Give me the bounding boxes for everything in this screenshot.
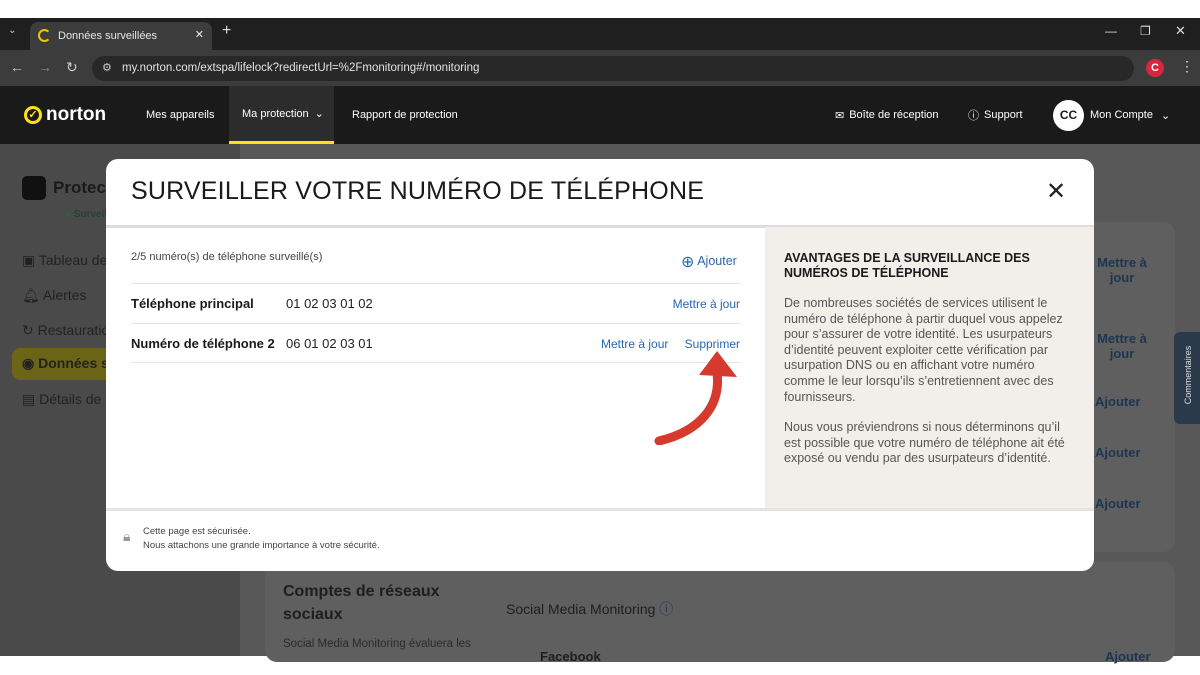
- tab-title: Données surveillées: [58, 30, 158, 42]
- phone-label: Téléphone principal: [131, 296, 254, 311]
- phone-label: Numéro de téléphone 2: [131, 336, 275, 351]
- bg-add-link: Ajouter: [1105, 649, 1151, 664]
- info-title: AVANTAGES DE LA SURVEILLANCE DES NUMÉROS…: [784, 251, 1030, 280]
- info-paragraph: Nous vous préviendrons si nous détermino…: [784, 420, 1065, 466]
- feedback-label: Commentaires: [1183, 345, 1193, 405]
- phone-row: Téléphone principal 01 02 03 01 02 Mettr…: [131, 283, 740, 323]
- sidebar-item-label: Alertes: [42, 287, 87, 303]
- dashboard-icon: ▣: [22, 252, 36, 268]
- smm-label: Social Media Monitoring: [506, 601, 656, 617]
- nav-label: Ma protection: [242, 107, 309, 120]
- support-link[interactable]: ⓘ Support: [968, 86, 1023, 144]
- support-label: Support: [984, 109, 1023, 121]
- chevron-down-icon: ⌄: [314, 108, 324, 120]
- nav-ma-protection[interactable]: Ma protection ⌄: [229, 86, 334, 144]
- secure-text: Nous attachons une grande importance à v…: [143, 540, 380, 551]
- sidebar-item-label: Détails de: [39, 391, 102, 407]
- close-window-icon[interactable]: ✕: [1175, 23, 1186, 39]
- security-footer: 🔒︎ Cette page est sécurisée. Nous attach…: [106, 508, 1094, 571]
- bg-add-link: Ajouter: [1095, 445, 1141, 460]
- inbox-label: Boîte de réception: [849, 109, 939, 121]
- bg-update-link: Mettre à jour: [1097, 255, 1147, 285]
- plus-circle-icon: ⊕: [681, 254, 695, 271]
- bg-add-link: Ajouter: [1095, 394, 1141, 409]
- check-logo-icon: ✓: [24, 106, 42, 124]
- profile-icon[interactable]: C: [1146, 59, 1164, 77]
- new-tab-icon[interactable]: +: [222, 22, 231, 40]
- minimize-icon[interactable]: —: [1105, 24, 1117, 38]
- smm-title: Social Media Monitoring ⓘ: [506, 599, 673, 619]
- close-tab-icon[interactable]: ✕: [195, 28, 204, 41]
- update-button[interactable]: Mettre à jour: [673, 297, 740, 311]
- shield-person-icon: [22, 176, 46, 200]
- eye-monitor-icon: ◉: [22, 355, 35, 371]
- section-desc: Social Media Monitoring évaluera les: [283, 638, 471, 650]
- secure-text: Cette page est sécurisée.: [143, 526, 251, 537]
- add-phone-button[interactable]: ⊕ Ajouter: [681, 252, 737, 272]
- reload-icon[interactable]: ↻: [66, 59, 78, 76]
- phone-monitoring-modal: SURVEILLER VOTRE NUMÉRO DE TÉLÉPHONE ✕ 2…: [106, 159, 1094, 571]
- section-title: Comptes de réseaux sociaux: [283, 583, 440, 623]
- id-card-icon: ▤: [22, 391, 36, 407]
- info-panel: AVANTAGES DE LA SURVEILLANCE DES NUMÉROS…: [765, 227, 1094, 508]
- lock-icon: 🔒︎: [123, 528, 131, 544]
- phone-number: 06 01 02 03 01: [286, 336, 373, 351]
- inbox-link[interactable]: ✉ Boîte de réception: [835, 86, 939, 144]
- bg-add-link: Ajouter: [1095, 496, 1141, 511]
- red-arrow-annotation: [654, 351, 737, 445]
- info-icon[interactable]: ⓘ: [659, 601, 673, 617]
- site-info-icon[interactable]: ⚙: [102, 61, 112, 74]
- phone-row: Numéro de téléphone 2 06 01 02 03 01 Met…: [131, 323, 740, 363]
- facebook-label: Facebook: [540, 649, 601, 664]
- check-circle-icon: ●: [65, 209, 72, 220]
- account-label: Mon Compte: [1090, 109, 1153, 121]
- url-input[interactable]: ⚙ my.norton.com/extspa/lifelock?redirect…: [92, 56, 1134, 81]
- nav-mes-appareils[interactable]: Mes appareils: [146, 86, 214, 144]
- sidebar-item-restauration[interactable]: ↻ Restauration: [22, 322, 117, 339]
- mail-icon: ✉: [835, 109, 845, 122]
- sidebar-item-alertes[interactable]: 🔔︎ Alertes: [22, 287, 86, 304]
- sidebar-item-details[interactable]: ▤ Détails de: [22, 391, 101, 408]
- tab-search-icon[interactable]: ⌄: [8, 25, 16, 36]
- add-label: Ajouter: [697, 254, 737, 268]
- logo-text: norton: [46, 104, 107, 125]
- forward-icon[interactable]: →: [38, 59, 52, 75]
- restore-icon[interactable]: ❐: [1140, 24, 1151, 38]
- norton-logo[interactable]: ✓ norton: [24, 86, 106, 144]
- chevron-down-icon: ⌄: [1160, 109, 1171, 122]
- bg-update-link: Mettre à jour: [1097, 331, 1147, 361]
- close-icon[interactable]: ✕: [1046, 177, 1066, 206]
- bell-icon: 🔔︎: [22, 287, 40, 303]
- help-icon: ⓘ: [968, 110, 979, 122]
- menu-icon[interactable]: ⋮: [1180, 58, 1194, 75]
- browser-tab[interactable]: Données surveillées ✕: [30, 22, 212, 50]
- monitored-count: 2/5 numéro(s) de téléphone surveillé(s): [131, 251, 323, 263]
- phone-number: 01 02 03 01 02: [286, 296, 373, 311]
- refresh-icon: ↻: [22, 322, 34, 338]
- loading-icon: [38, 29, 51, 42]
- modal-title: SURVEILLER VOTRE NUMÉRO DE TÉLÉPHONE: [131, 177, 705, 205]
- norton-header: ✓ norton Mes appareils Ma protection ⌄ Ra…: [0, 86, 1200, 144]
- info-paragraph: De nombreuses sociétés de services utili…: [784, 296, 1063, 404]
- feedback-tab[interactable]: Commentaires: [1174, 332, 1200, 424]
- account-menu[interactable]: CC Mon Compte ⌄: [1053, 86, 1170, 144]
- avatar: CC: [1053, 99, 1084, 131]
- url-text: my.norton.com/extspa/lifelock?redirectUr…: [122, 62, 480, 74]
- nav-rapport[interactable]: Rapport de protection: [352, 86, 458, 144]
- back-icon[interactable]: ←: [10, 59, 24, 75]
